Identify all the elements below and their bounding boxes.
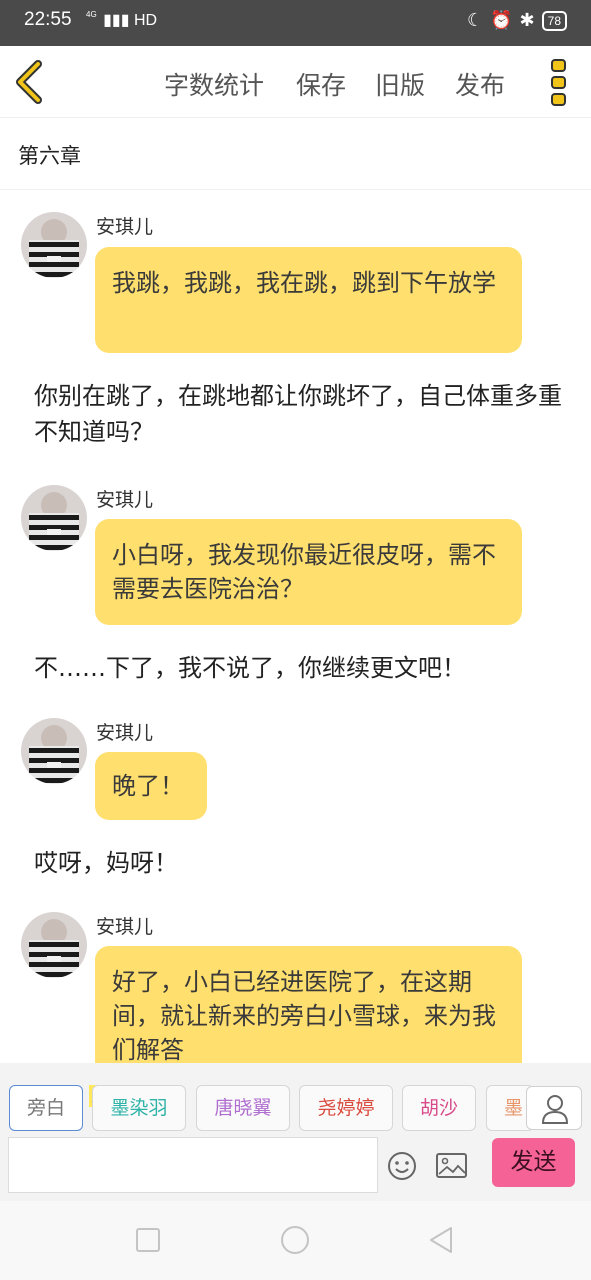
status-time: 22:55 — [24, 9, 72, 30]
more-options-button[interactable] — [546, 58, 572, 108]
dialogue-bubble[interactable]: 晚了！ — [95, 752, 207, 820]
role-chip[interactable]: 唐晓翼 — [196, 1085, 290, 1131]
recent-apps-button[interactable] — [131, 1223, 165, 1257]
message-input[interactable] — [8, 1137, 378, 1193]
back-arrow-icon — [16, 60, 42, 104]
narration-text[interactable]: 你别在跳了，在跳地都让你跳坏了，自己体重多重不知道吗？ — [34, 378, 569, 450]
network-type: 4G — [86, 10, 97, 19]
network-indicator: 4G ▮▮▮ HD — [86, 10, 157, 30]
system-nav-bar — [0, 1201, 591, 1280]
status-icons: ☾ ⏰ ✱ 78 — [467, 10, 567, 31]
bluetooth-icon: ✱ — [519, 10, 535, 31]
back-nav-button[interactable] — [424, 1223, 458, 1257]
role-label: 胡沙 — [419, 1097, 458, 1119]
narration-text[interactable]: 不……下了，我不说了，你继续更文吧！ — [34, 650, 569, 686]
user-icon — [541, 1095, 569, 1124]
speaker-name: 安琪儿 — [96, 489, 154, 511]
character-avatar-image — [21, 485, 87, 551]
dialogue-bubble[interactable]: 我跳，我跳，我在跳，跳到下午放学 — [95, 247, 522, 353]
role-label: 墨 — [504, 1097, 524, 1119]
home-button[interactable] — [278, 1223, 312, 1257]
publish-button[interactable]: 发布 — [455, 66, 505, 102]
character-avatar-image — [21, 718, 87, 784]
nav-square-icon — [136, 1228, 160, 1252]
avatar[interactable] — [21, 718, 87, 784]
network-label: HD — [134, 12, 158, 29]
role-label: 墨染羽 — [110, 1097, 168, 1119]
character-avatar-image — [21, 912, 87, 978]
role-chip[interactable]: 尧婷婷 — [299, 1085, 393, 1131]
add-role-button[interactable] — [526, 1086, 582, 1130]
avatar[interactable] — [21, 485, 87, 551]
save-button[interactable]: 保存 — [296, 66, 346, 102]
send-button[interactable]: 发送 — [492, 1138, 575, 1187]
role-label: 唐晓翼 — [214, 1097, 272, 1119]
composer-panel: 旁白 主 墨染羽 唐晓翼 尧婷婷 胡沙 墨 发送 — [0, 1063, 591, 1201]
moon-icon: ☾ — [466, 10, 484, 31]
more-vertical-icon — [551, 59, 566, 106]
speaker-name: 安琪儿 — [96, 916, 154, 938]
dialogue-bubble[interactable]: 好了，小白已经进医院了，在这期间，就让新来的旁白小雪球，来为我们解答 — [95, 946, 522, 1063]
narration-text[interactable]: 哎呀，妈呀！ — [34, 845, 569, 881]
old-version-button[interactable]: 旧版 — [375, 66, 425, 102]
role-chip[interactable]: 墨染羽 — [92, 1085, 186, 1131]
role-label: 旁白 — [26, 1097, 65, 1119]
nav-circle-icon — [281, 1226, 309, 1254]
word-count-button[interactable]: 字数统计 — [164, 66, 264, 102]
speaker-name: 安琪儿 — [96, 216, 154, 238]
dialogue-bubble[interactable]: 小白呀，我发现你最近很皮呀，需不需要去医院治治？ — [95, 519, 522, 625]
image-button[interactable] — [435, 1151, 468, 1181]
role-chip[interactable]: 胡沙 — [402, 1085, 476, 1131]
story-content[interactable]: 安琪儿 我跳，我跳，我在跳，跳到下午放学 你别在跳了，在跳地都让你跳坏了，自己体… — [0, 190, 591, 1063]
signal-icon: ▮▮▮ — [103, 12, 130, 29]
character-avatar-image — [21, 212, 87, 278]
emoji-icon — [388, 1152, 416, 1180]
image-icon — [436, 1153, 467, 1178]
nav-back-triangle-icon — [430, 1227, 452, 1253]
back-button[interactable] — [10, 56, 54, 108]
status-bar: 22:55 4G ▮▮▮ HD ☾ ⏰ ✱ 78 — [0, 0, 591, 46]
avatar[interactable] — [21, 912, 87, 978]
alarm-icon: ⏰ — [490, 10, 513, 31]
role-chip-narrator[interactable]: 旁白 — [9, 1085, 83, 1131]
chapter-title[interactable]: 第六章 — [18, 140, 81, 170]
editor-toolbar: 字数统计 保存 旧版 发布 — [0, 46, 591, 118]
battery-indicator: 78 — [541, 10, 567, 31]
avatar[interactable] — [21, 212, 87, 278]
emoji-button[interactable] — [386, 1150, 418, 1182]
speaker-name: 安琪儿 — [96, 722, 154, 744]
role-label: 尧婷婷 — [317, 1097, 375, 1119]
